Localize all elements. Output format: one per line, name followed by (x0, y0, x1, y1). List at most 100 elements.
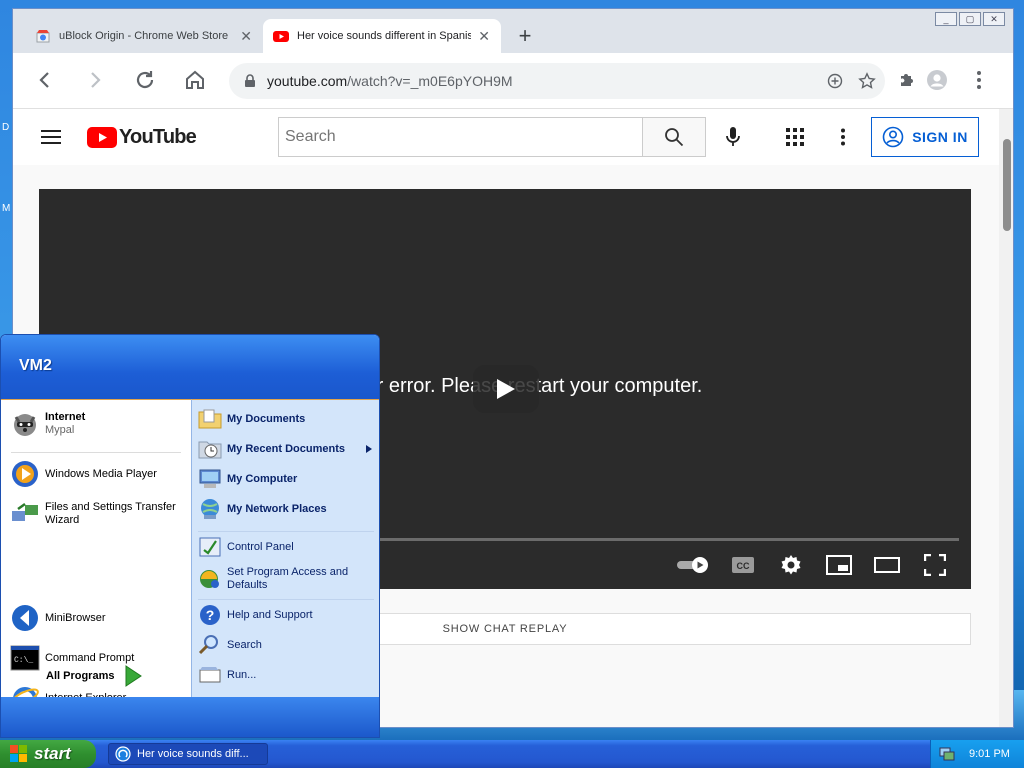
sign-in-button[interactable]: SIGN IN (871, 117, 979, 157)
network-tray-icon[interactable] (939, 746, 955, 762)
start-item-set-program-access[interactable]: Set Program Access and Defaults (198, 566, 378, 592)
url-host: youtube.com (267, 73, 348, 89)
start-item-title: Run... (227, 669, 257, 681)
forward-button[interactable] (81, 66, 109, 94)
start-menu: VM2 Internet Mypal Windows Media Player … (0, 334, 380, 738)
youtube-favicon-icon (273, 31, 289, 42)
search-icon (198, 633, 222, 657)
tab-ublock-origin[interactable]: uBlock Origin - Chrome Web Store ✕ (25, 19, 263, 53)
apps-grid-icon (786, 128, 804, 146)
subtitles-button[interactable]: CC (727, 551, 759, 579)
start-menu-footer (1, 697, 379, 737)
install-app-button[interactable] (825, 71, 845, 91)
scrollbar-thumb[interactable] (1003, 139, 1011, 231)
start-item-my-computer[interactable]: My Computer (198, 467, 297, 491)
page-scrollbar[interactable] (999, 109, 1013, 727)
control-panel-icon (198, 535, 222, 559)
start-label: start (34, 744, 71, 763)
settings-menu-button[interactable] (831, 125, 855, 149)
play-icon (497, 379, 515, 399)
profile-button[interactable] (923, 66, 951, 94)
separator (198, 531, 374, 532)
start-item-title: My Computer (227, 473, 298, 485)
start-item-my-network-places[interactable]: My Network Places (198, 497, 327, 521)
media-player-icon (9, 458, 41, 490)
windows-logo-icon (10, 745, 27, 762)
reload-button[interactable] (131, 66, 159, 94)
bookmark-button[interactable] (857, 71, 877, 91)
home-button[interactable] (181, 66, 209, 94)
miniplayer-button[interactable] (823, 551, 855, 579)
start-item-title: Control Panel (227, 541, 294, 553)
search-box[interactable] (278, 117, 643, 157)
youtube-play-logo-icon (87, 127, 117, 148)
computer-icon (198, 467, 222, 491)
search-button[interactable] (642, 117, 706, 157)
start-item-my-documents[interactable]: My Documents (198, 407, 305, 431)
microphone-icon (726, 127, 740, 146)
start-menu-header: VM2 (1, 335, 379, 399)
miniplayer-icon (826, 555, 852, 575)
tab-youtube-video[interactable]: Her voice sounds different in Spanish ✕ (263, 19, 501, 53)
closed-captions-icon: CC (732, 557, 754, 573)
arrow-right-icon (91, 72, 101, 88)
start-item-windows-media-player[interactable]: Windows Media Player (9, 458, 157, 490)
fullscreen-button[interactable] (919, 551, 951, 579)
program-defaults-icon (198, 567, 222, 591)
url-text[interactable]: youtube.com/watch?v=_m0E6pYOH9M (267, 73, 807, 89)
start-item-search[interactable]: Search (198, 633, 262, 657)
back-button[interactable] (31, 66, 59, 94)
star-icon (858, 72, 876, 89)
start-item-title: Internet (45, 411, 86, 423)
play-button[interactable] (473, 365, 539, 413)
start-item-files-settings-transfer[interactable]: Files and Settings Transfer Wizard (9, 498, 187, 530)
start-menu-places: My Documents My Recent Documents My Comp… (191, 399, 379, 697)
new-tab-button[interactable]: + (513, 23, 537, 49)
start-item-title: Search (227, 639, 262, 651)
guide-menu-button[interactable] (39, 125, 63, 149)
taskbar-item-chrome[interactable]: Her voice sounds diff... (108, 743, 268, 765)
minimize-button[interactable]: _ (935, 12, 957, 26)
tab-close-button[interactable]: ✕ (477, 28, 491, 45)
voice-search-button[interactable] (721, 125, 745, 149)
autoplay-toggle[interactable] (673, 551, 713, 579)
start-item-internet[interactable]: Internet Mypal (9, 408, 85, 440)
svg-text:C:\_: C:\_ (14, 656, 33, 665)
cc-icon-label: CC (737, 561, 750, 571)
apps-button[interactable] (783, 125, 807, 149)
maximize-button[interactable]: ▢ (959, 12, 981, 26)
puzzle-piece-icon (901, 74, 913, 86)
show-chat-replay-label: SHOW CHAT REPLAY (442, 623, 568, 635)
start-item-title: Windows Media Player (45, 468, 157, 480)
close-window-button[interactable]: ✕ (983, 12, 1005, 26)
youtube-logo[interactable]: YouTube (87, 126, 197, 149)
search-input[interactable] (279, 118, 642, 156)
minibrowser-icon (9, 602, 41, 634)
system-tray: 9:01 PM (930, 740, 1024, 768)
url-path: /watch?v=_m0E6pYOH9M (347, 73, 513, 89)
address-bar[interactable]: youtube.com/watch?v=_m0E6pYOH9M (229, 63, 885, 99)
start-item-help-and-support[interactable]: ? Help and Support (198, 603, 313, 627)
start-button[interactable]: start (0, 740, 96, 768)
start-item-title: My Network Places (227, 503, 327, 515)
desktop-icon-label-fragment: M (2, 203, 11, 214)
theater-mode-button[interactable] (871, 551, 903, 579)
tab-close-button[interactable]: ✕ (239, 28, 253, 45)
chrome-menu-button[interactable] (965, 66, 993, 94)
green-arrow-icon (125, 665, 143, 687)
taskbar: start Her voice sounds diff... 9:01 PM (0, 740, 1024, 768)
settings-button[interactable] (775, 551, 807, 579)
start-item-my-recent-documents[interactable]: My Recent Documents (198, 437, 378, 461)
all-programs-button[interactable]: All Programs (46, 665, 143, 687)
tab-title: uBlock Origin - Chrome Web Store (59, 30, 229, 42)
home-icon (186, 70, 204, 89)
more-vertical-icon (841, 128, 845, 146)
desktop-icon-label-fragment: D (2, 122, 10, 133)
start-item-minibrowser[interactable]: MiniBrowser (9, 602, 106, 634)
start-item-title: MiniBrowser (45, 612, 106, 624)
run-icon (198, 663, 222, 687)
plus-circle-icon (827, 73, 843, 89)
start-item-run[interactable]: Run... (198, 663, 256, 687)
extensions-button[interactable] (893, 66, 921, 94)
start-item-control-panel[interactable]: Control Panel (198, 535, 294, 559)
